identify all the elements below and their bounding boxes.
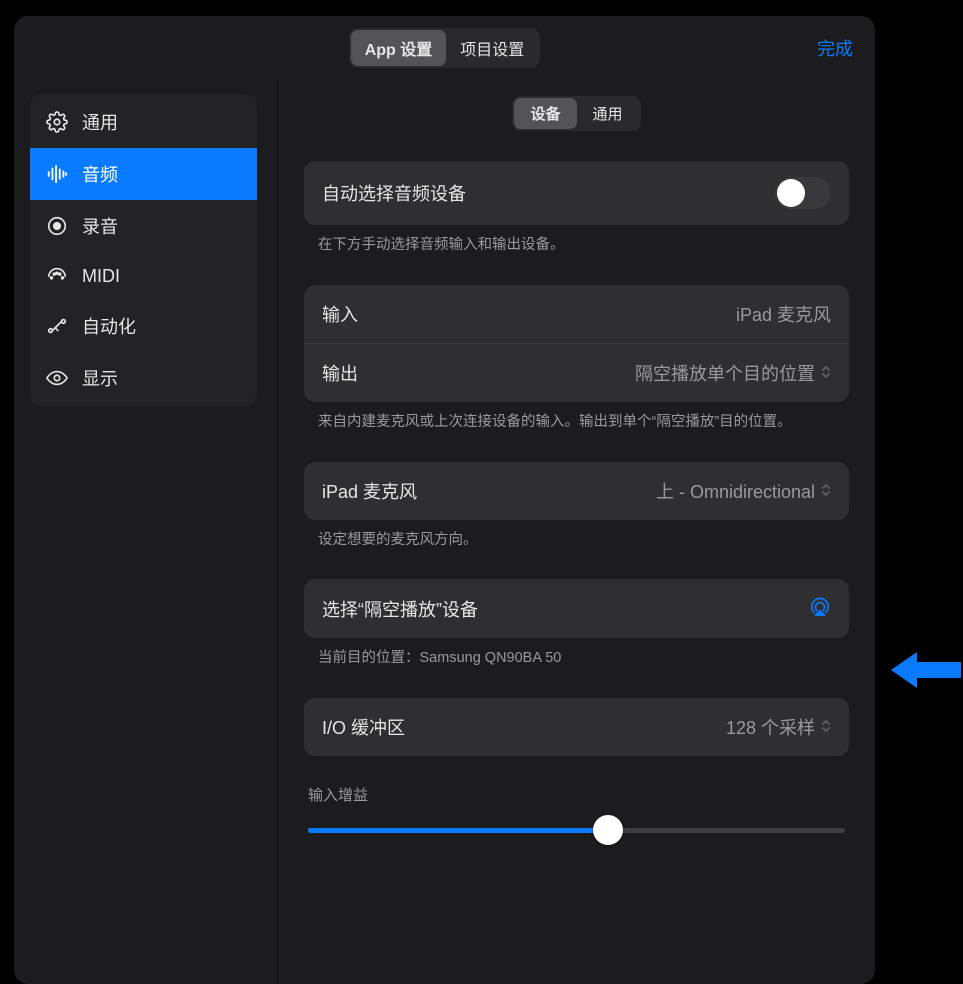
row-label: 选择“隔空播放”设备 (322, 596, 478, 622)
section-auto-select: 自动选择音频设备 在下方手动选择音频输入和输出设备。 (304, 161, 849, 257)
eye-icon (46, 367, 68, 389)
row-output[interactable]: 输出 隔空播放单个目的位置 (304, 343, 849, 402)
modal-body: 通用 音频 录音 (14, 80, 875, 984)
chevron-updown-icon (821, 364, 831, 382)
header-segmented-control: App 设置 项目设置 (349, 28, 541, 68)
row-label: 输入 (322, 301, 358, 327)
sidebar-item-audio[interactable]: 音频 (30, 148, 257, 200)
airplay-icon (809, 595, 831, 622)
sidebar-item-label: 录音 (82, 213, 118, 239)
tab-project-settings[interactable]: 项目设置 (446, 30, 538, 66)
sidebar-item-label: 显示 (82, 365, 118, 391)
slider-label: 输入增益 (304, 784, 849, 815)
section-airplay: 选择“隔空播放”设备 当前目的位置：Samsung QN90BA 50 (304, 579, 849, 670)
row-label: 自动选择音频设备 (322, 180, 466, 206)
sidebar-item-label: 音频 (82, 161, 118, 187)
sidebar-item-automation[interactable]: 自动化 (30, 300, 257, 352)
modal-header: App 设置 项目设置 完成 (14, 16, 875, 80)
section-io: 输入 iPad 麦克风 输出 隔空播放单个目的位置 来自内建麦克风或上次连接设 (304, 285, 849, 434)
row-auto-select-audio-device: 自动选择音频设备 (304, 161, 849, 225)
row-value: iPad 麦克风 (736, 301, 831, 327)
section-footer: 当前目的位置：Samsung QN90BA 50 (304, 638, 849, 670)
chevron-updown-icon (821, 718, 831, 736)
annotation-arrow (889, 642, 961, 698)
section-input-gain: 输入增益 (304, 784, 849, 845)
midi-icon (46, 265, 68, 287)
sidebar-container: 通用 音频 录音 (14, 80, 278, 984)
section-footer: 在下方手动选择音频输入和输出设备。 (304, 225, 849, 257)
sidebar-item-label: MIDI (82, 266, 120, 287)
row-label: 输出 (322, 360, 358, 386)
content-pane: 设备 通用 自动选择音频设备 在下方手动选择音频输入和输出设备。 输入 (278, 80, 875, 984)
auto-select-toggle[interactable] (775, 177, 831, 209)
waveform-icon (46, 163, 68, 185)
sidebar-item-recording[interactable]: 录音 (30, 200, 257, 252)
gear-icon (46, 111, 68, 133)
row-value: 128 个采样 (726, 714, 831, 740)
section-footer: 来自内建麦克风或上次连接设备的输入。输出到单个“隔空播放”目的位置。 (304, 402, 849, 434)
section-mic: iPad 麦克风 上 - Omnidirectional 设定想要的麦克风方向。 (304, 462, 849, 552)
done-button[interactable]: 完成 (817, 35, 853, 61)
sidebar-item-midi[interactable]: MIDI (30, 252, 257, 300)
sidebar-item-label: 自动化 (82, 313, 136, 339)
record-icon (46, 215, 68, 237)
row-label: I/O 缓冲区 (322, 714, 405, 740)
row-ipad-mic[interactable]: iPad 麦克风 上 - Omnidirectional (304, 462, 849, 520)
sub-segmented-wrap: 设备 通用 (304, 96, 849, 131)
row-io-buffer[interactable]: I/O 缓冲区 128 个采样 (304, 698, 849, 756)
row-value: 上 - Omnidirectional (656, 478, 831, 504)
tab-app-settings[interactable]: App 设置 (351, 30, 447, 66)
row-input[interactable]: 输入 iPad 麦克风 (304, 285, 849, 343)
input-gain-slider[interactable] (304, 815, 849, 845)
slider-knob[interactable] (593, 815, 623, 845)
row-value: 隔空播放单个目的位置 (635, 360, 831, 386)
row-label: iPad 麦克风 (322, 478, 417, 504)
sub-segmented-control: 设备 通用 (512, 96, 640, 131)
section-footer: 设定想要的麦克风方向。 (304, 520, 849, 552)
row-select-airplay-device[interactable]: 选择“隔空播放”设备 (304, 579, 849, 638)
subtab-device[interactable]: 设备 (514, 98, 576, 129)
sidebar-item-general[interactable]: 通用 (30, 96, 257, 148)
sidebar-item-label: 通用 (82, 109, 118, 135)
sidebar-item-display[interactable]: 显示 (30, 352, 257, 404)
settings-modal: App 设置 项目设置 完成 通用 音频 (14, 16, 875, 984)
section-buffer: I/O 缓冲区 128 个采样 (304, 698, 849, 756)
chevron-updown-icon (821, 482, 831, 500)
subtab-general[interactable]: 通用 (577, 98, 639, 129)
automation-icon (46, 315, 68, 337)
sidebar: 通用 音频 录音 (30, 94, 257, 406)
